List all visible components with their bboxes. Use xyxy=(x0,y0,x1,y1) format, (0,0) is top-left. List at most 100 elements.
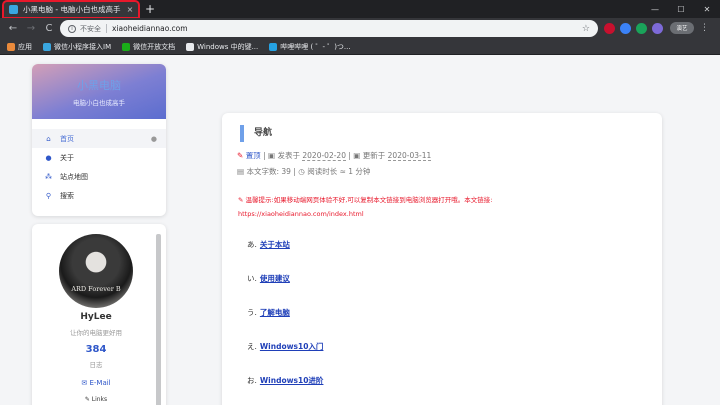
list-item: え. Windows10入门 xyxy=(247,341,323,375)
bookmark-label: Windows 中的键... xyxy=(197,42,259,51)
list-item: お. Windows10进阶 xyxy=(247,375,323,405)
file-icon: ▤ xyxy=(237,167,245,176)
security-label: 不安全 xyxy=(80,24,101,33)
pinned-badge: 置顶 xyxy=(245,151,261,160)
toc-link-win10-advanced[interactable]: Windows10进阶 xyxy=(260,375,324,386)
new-tab-button[interactable]: + xyxy=(145,2,155,16)
author-description: 让你的电脑更好用 xyxy=(70,329,122,337)
sidebar-item-sitemap[interactable]: ⁂ 站点地图 xyxy=(32,167,166,186)
avatar-caption: ARD Forever B xyxy=(71,285,121,293)
list-marker: う. xyxy=(247,308,257,317)
readtime-value: 1 分钟 xyxy=(348,167,371,176)
article-url[interactable]: https://xiaoheidiannao.com/index.html xyxy=(238,210,364,218)
close-window-button[interactable]: ✕ xyxy=(694,0,720,18)
profile-card: ARD Forever B HyLee 让你的电脑更好用 384 日志 ✉ E-… xyxy=(32,224,166,405)
url-text[interactable]: xiaoheidiannao.com xyxy=(112,24,582,33)
wechat-icon xyxy=(122,42,131,51)
posted-date: 2020-02-20 xyxy=(302,151,346,161)
maximize-button[interactable]: ☐ xyxy=(668,0,694,18)
navigation-list: あ. 关于本站 い. 使用建议 う. 了解电脑 え. Windows10入门 お… xyxy=(247,239,323,405)
sidebar-scrollbar[interactable] xyxy=(156,234,161,405)
bookmark-bilibili[interactable]: 哔哩哔哩 ( ゜- ゜)つ... xyxy=(269,42,351,52)
bookmark-apps[interactable]: 应用 xyxy=(7,42,32,52)
back-button[interactable]: ← xyxy=(4,23,22,34)
minimize-button[interactable]: — xyxy=(642,0,668,18)
post-stats: ▤ 本文字数: 39 | ◷ 阅读时长 ≈ 1 分钟 xyxy=(237,166,370,177)
bookmarks-bar: 应用 微信小程序接入IM 微信开放文档 Windows 中的键... 哔哩哔哩 … xyxy=(0,39,720,55)
menu-label: 关于 xyxy=(60,153,74,162)
tab-title: 小黑电脑 - 电脑小白也成高手 xyxy=(23,5,121,14)
list-marker: え. xyxy=(247,342,257,351)
bookmark-label: 微信小程序接入IM xyxy=(54,42,112,51)
site-favicon-icon xyxy=(9,5,18,14)
updated-date: 2020-03-11 xyxy=(387,151,432,161)
apps-grid-icon xyxy=(7,42,15,51)
menu-label: 搜索 xyxy=(60,191,74,200)
bookmark-star-icon[interactable]: ☆ xyxy=(582,24,590,34)
mobile-tip: ✎ 温馨提示:如果移动端网页体验不好,可以复制本文链接到电脑浏览器打开哦。本文链… xyxy=(238,194,492,204)
readtime-label: 阅读时长 ≈ xyxy=(307,167,346,176)
list-marker: お. xyxy=(247,376,257,385)
bookmark-label: 应用 xyxy=(18,42,32,51)
active-dot-icon: ● xyxy=(150,134,157,143)
pin-icon: ✎ xyxy=(237,151,244,160)
sidebar-menu: ⌂ 首页 ● ● 关于 ⁂ 站点地图 ⚲ 搜索 xyxy=(32,119,166,205)
site-subtitle: 电脑小白也成高手 xyxy=(73,98,125,107)
bookmark-wechat-docs[interactable]: 微信开放文档 xyxy=(122,42,175,52)
list-item: あ. 关于本站 xyxy=(247,239,323,273)
wordcount-label: 本文字数: xyxy=(246,167,280,176)
toc-link-win10-basics[interactable]: Windows10入门 xyxy=(260,341,324,352)
updated-label: 更新于 xyxy=(362,151,386,160)
clock-icon: ◷ xyxy=(298,167,305,176)
posted-label: 发表于 xyxy=(277,151,300,160)
cloud-icon xyxy=(43,42,51,51)
site-header: 小黑电脑 电脑小白也成高手 xyxy=(32,64,166,119)
post-meta: ✎ 置顶 | ▣ 发表于 2020-02-20 | ▣ 更新于 2020-03-… xyxy=(237,150,432,161)
address-bar[interactable]: i 不安全 xiaoheidiannao.com ☆ xyxy=(60,20,598,37)
browser-toolbar: ← → C i 不安全 xiaoheidiannao.com ☆ 演艺 ⋮ xyxy=(0,18,720,39)
posts-count[interactable]: 384 xyxy=(32,344,160,355)
sidebar-item-about[interactable]: ● 关于 xyxy=(32,148,166,167)
tab-strip: 小黑电脑 - 电脑小白也成高手 × + — ☐ ✕ xyxy=(0,0,720,19)
adblock-extension-icon[interactable] xyxy=(604,22,615,34)
search-icon: ⚲ xyxy=(45,191,52,200)
profile-button[interactable]: 演艺 xyxy=(670,22,694,34)
links-link[interactable]: ✎ Links xyxy=(32,396,160,403)
translate-extension-icon[interactable] xyxy=(620,22,631,34)
bookmark-label: 哔哩哔哩 ( ゜- ゜)つ... xyxy=(280,42,351,51)
calendar-icon: ▣ xyxy=(268,151,276,160)
toc-link-about[interactable]: 关于本站 xyxy=(260,239,290,250)
globe-icon xyxy=(186,42,195,51)
divider xyxy=(106,24,107,33)
pin-icon: ✎ xyxy=(238,196,246,204)
sidebar-item-search[interactable]: ⚲ 搜索 xyxy=(32,186,166,205)
info-icon[interactable]: i xyxy=(68,24,76,33)
reload-button[interactable]: C xyxy=(40,23,58,34)
menu-label: 站点地图 xyxy=(60,172,88,181)
purple-extension-icon[interactable] xyxy=(652,22,663,34)
extensions-area: 演艺 ⋮ xyxy=(604,22,709,34)
forward-button[interactable]: → xyxy=(22,23,40,34)
article-title[interactable]: 导航 xyxy=(240,125,272,142)
toc-link-know-pc[interactable]: 了解电脑 xyxy=(260,307,290,318)
bookmark-label: 微信开放文档 xyxy=(133,42,176,51)
email-link[interactable]: ✉ E-Mail xyxy=(32,379,160,387)
tab-close-icon[interactable]: × xyxy=(125,5,135,14)
home-icon: ⌂ xyxy=(46,134,51,143)
sidebar-item-home[interactable]: ⌂ 首页 ● xyxy=(32,129,166,148)
green-extension-icon[interactable] xyxy=(636,22,647,34)
wordcount-value: 39 xyxy=(281,167,291,176)
browser-menu-icon[interactable]: ⋮ xyxy=(700,23,709,33)
list-item: い. 使用建议 xyxy=(247,273,323,307)
author-name: HyLee xyxy=(80,312,112,322)
bookmark-windows-keys[interactable]: Windows 中的键... xyxy=(186,42,258,52)
toc-link-usage-tips[interactable]: 使用建议 xyxy=(260,273,290,284)
user-icon: ● xyxy=(45,153,52,162)
bookmark-wechat-im[interactable]: 微信小程序接入IM xyxy=(43,42,111,52)
tip-text: 温馨提示:如果移动端网页体验不好,可以复制本文链接到电脑浏览器打开哦。本文链接: xyxy=(245,196,493,204)
sitemap-icon: ⁂ xyxy=(45,172,52,181)
browser-tab[interactable]: 小黑电脑 - 电脑小白也成高手 × xyxy=(2,0,140,19)
sidebar-brand-card: 小黑电脑 电脑小白也成高手 ⌂ 首页 ● ● 关于 ⁂ 站点地图 ⚲ 搜索 xyxy=(32,64,166,216)
site-title[interactable]: 小黑电脑 xyxy=(77,77,121,93)
calendar-check-icon: ▣ xyxy=(353,151,361,160)
